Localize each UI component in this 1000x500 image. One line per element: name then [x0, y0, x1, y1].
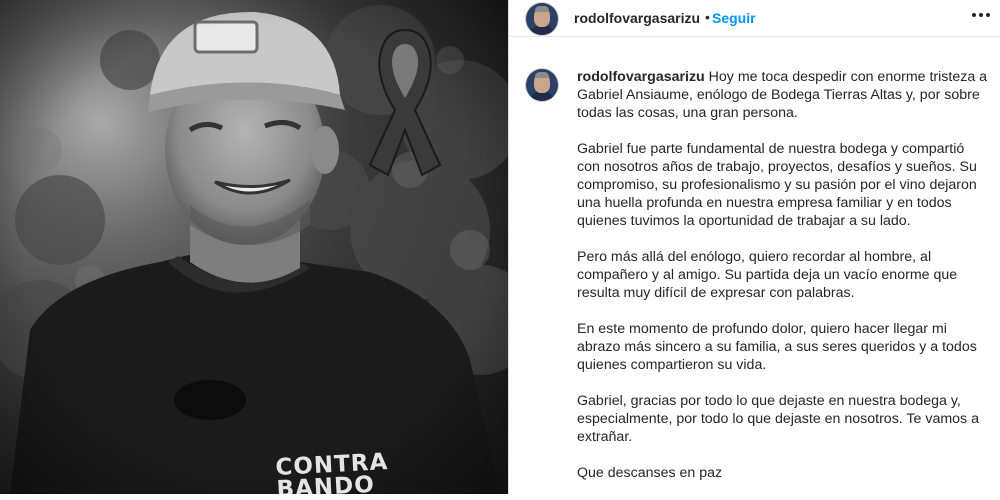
caption-username-link[interactable]: rodolfovargasarizu: [577, 69, 705, 85]
shirt-print-text: CONTRA BANDO: [274, 449, 389, 494]
more-horizontal-icon[interactable]: [972, 13, 990, 17]
post-header: rodolfovargasarizu • Seguir: [509, 0, 1000, 37]
separator-dot: •: [705, 9, 710, 25]
post-photo[interactable]: CONTRA BANDO: [0, 0, 508, 494]
caption-avatar[interactable]: [526, 69, 558, 101]
portrait-image: [0, 0, 508, 494]
follow-button[interactable]: Seguir: [712, 10, 756, 26]
header-username-link[interactable]: rodolfovargasarizu: [574, 10, 700, 26]
post-caption: rodolfovargasarizu Hoy me toca despedir …: [577, 68, 989, 500]
caption-paragraph-6: Que descanses en paz: [577, 465, 723, 481]
caption-paragraph-5: Gabriel, gracias por todo lo que dejaste…: [577, 393, 979, 445]
caption-paragraph-2: Gabriel fue parte fundamental de nuestra…: [577, 141, 977, 229]
caption-paragraph-3: Pero más allá del enólogo, quiero record…: [577, 249, 958, 301]
caption-paragraph-4: En este momento de profundo dolor, quier…: [577, 321, 977, 373]
post-side-panel: rodolfovargasarizu • Seguir rodolfovarga…: [508, 0, 1000, 494]
avatar[interactable]: [526, 3, 558, 35]
